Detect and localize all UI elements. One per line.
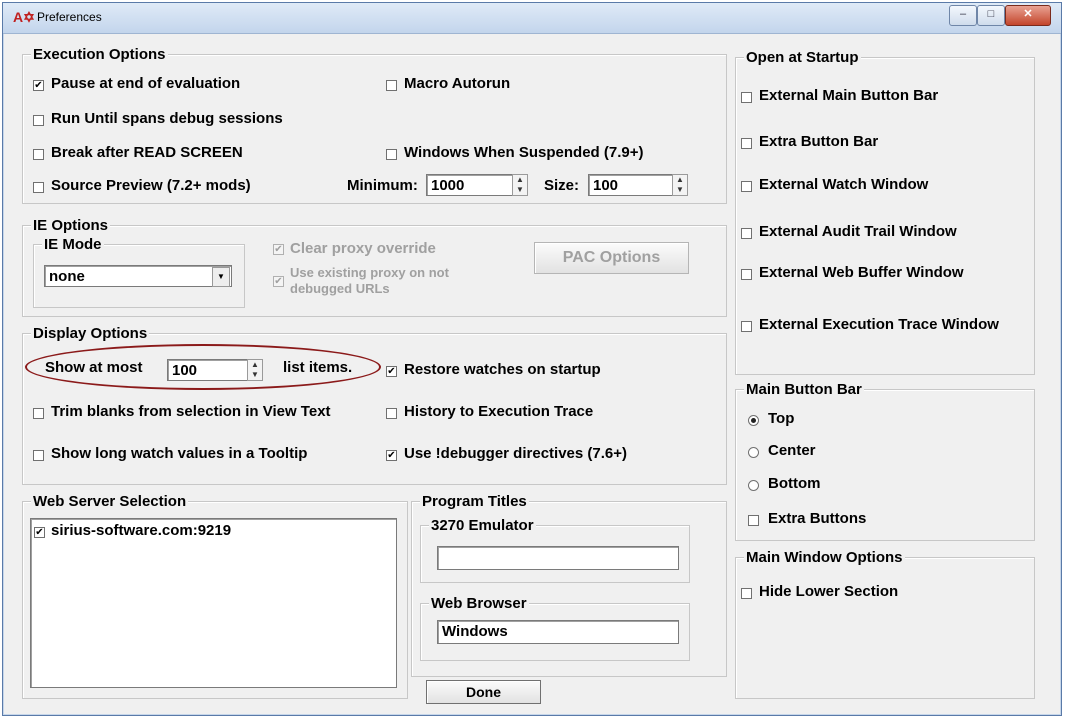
execution-options-legend: Execution Options [31,46,168,63]
minimize-icon: – [959,8,967,20]
extra-buttons-label: Extra Buttons [768,510,867,527]
position-bottom-label: Bottom [768,475,821,492]
ie-mode-select[interactable]: none ▼ [44,265,232,287]
main-window-options-legend: Main Window Options [744,549,905,566]
startup-execution-trace-label: External Execution Trace Window [759,316,999,333]
clear-proxy-label: Clear proxy override [290,240,436,257]
startup-main-bar-checkbox[interactable] [741,92,752,103]
use-proxy-checkbox[interactable]: ✔ [273,276,284,287]
title-bar[interactable]: A✡ Preferences – □ ✕ [3,3,1061,34]
web-server-group: Web Server Selection ✔ sirius-software.c… [22,493,408,699]
break-after-label: Break after READ SCREEN [51,144,243,161]
highlight-oval [25,344,381,390]
pac-options-button[interactable]: PAC Options [534,242,689,274]
position-center-label: Center [768,442,816,459]
windows-suspended-checkbox[interactable] [386,149,397,160]
debugger-directives-label: Use !debugger directives (7.6+) [404,445,627,462]
pause-label: Pause at end of evaluation [51,75,241,92]
web-browser-group: Web Browser Windows [420,595,690,661]
extra-buttons-checkbox[interactable] [748,515,759,526]
startup-extra-bar-checkbox[interactable] [741,138,752,149]
restore-watches-checkbox[interactable]: ✔ [386,366,397,377]
dialog-content: Execution Options ✔ Pause at end of eval… [11,35,1053,707]
app-icon: A✡ [13,9,35,25]
clear-proxy-checkbox[interactable]: ✔ [273,244,284,255]
history-trace-checkbox[interactable] [386,408,397,419]
web-server-legend: Web Server Selection [31,493,189,510]
web-server-item-checkbox[interactable]: ✔ [34,527,45,538]
minimize-button[interactable]: – [949,5,977,26]
web-browser-legend: Web Browser [429,595,529,612]
tooltip-checkbox[interactable] [33,450,44,461]
main-button-bar-legend: Main Button Bar [744,381,864,398]
position-top-radio[interactable] [748,415,759,426]
minimum-label: Minimum: [347,177,418,194]
web-server-list[interactable]: ✔ sirius-software.com:9219 [30,518,397,688]
startup-web-buffer-checkbox[interactable] [741,269,752,280]
break-after-checkbox[interactable] [33,149,44,160]
trim-blanks-label: Trim blanks from selection in View Text [51,403,331,420]
chevron-down-icon[interactable]: ▼ [212,267,230,287]
position-bottom-radio[interactable] [748,480,759,491]
main-window-options-group: Main Window Options Hide Lower Section [735,549,1035,699]
source-preview-label: Source Preview (7.2+ mods) [51,177,251,194]
use-proxy-label-1: Use existing proxy on not [290,265,449,280]
ie-mode-value: none [49,268,85,285]
preferences-window: A✡ Preferences – □ ✕ Execution Options ✔… [2,2,1062,716]
position-center-radio[interactable] [748,447,759,458]
startup-web-buffer-label: External Web Buffer Window [759,264,964,281]
debugger-directives-checkbox[interactable]: ✔ [386,450,397,461]
pause-checkbox[interactable]: ✔ [33,80,44,91]
close-button[interactable]: ✕ [1005,5,1051,26]
position-top-label: Top [768,410,795,427]
open-at-startup-legend: Open at Startup [744,49,861,66]
window-title: Preferences [37,10,102,24]
use-proxy-label-2: debugged URLs [290,281,390,296]
source-preview-checkbox[interactable] [33,182,44,193]
windows-suspended-label: Windows When Suspended (7.9+) [404,144,644,161]
history-trace-label: History to Execution Trace [404,403,594,420]
trim-blanks-checkbox[interactable] [33,408,44,419]
ie-options-group: IE Options IE Mode none ▼ ✔ Clear proxy … [22,217,727,317]
display-options-legend: Display Options [31,325,150,342]
ie-options-legend: IE Options [31,217,110,234]
execution-options-group: Execution Options ✔ Pause at end of eval… [22,46,727,204]
run-until-checkbox[interactable] [33,115,44,126]
done-button[interactable]: Done [426,680,541,704]
run-until-label: Run Until spans debug sessions [51,110,283,127]
startup-watch-window-checkbox[interactable] [741,181,752,192]
startup-audit-trail-checkbox[interactable] [741,228,752,239]
web-server-item-label[interactable]: sirius-software.com:9219 [51,522,231,539]
maximize-icon: □ [987,8,995,20]
startup-extra-bar-label: Extra Button Bar [759,133,879,150]
restore-watches-label: Restore watches on startup [404,361,601,378]
size-spinner[interactable]: ▲ ▼ [672,174,688,196]
startup-watch-window-label: External Watch Window [759,176,929,193]
size-label: Size: [544,177,580,194]
web-browser-title-input[interactable]: Windows [437,620,679,644]
macro-autorun-checkbox[interactable] [386,80,397,91]
program-titles-legend: Program Titles [420,493,529,510]
emulator-group: 3270 Emulator [420,517,690,583]
emulator-title-input[interactable] [437,546,679,570]
main-button-bar-group: Main Button Bar Top Center Bottom Extra … [735,381,1035,541]
maximize-button[interactable]: □ [977,5,1005,26]
startup-audit-trail-label: External Audit Trail Window [759,223,957,240]
open-at-startup-group: Open at Startup External Main Button Bar… [735,49,1035,375]
startup-execution-trace-checkbox[interactable] [741,321,752,332]
ie-mode-legend: IE Mode [42,236,104,253]
program-titles-group: Program Titles 3270 Emulator Web Browser… [411,493,727,677]
startup-main-bar-label: External Main Button Bar [759,87,939,104]
macro-autorun-label: Macro Autorun [404,75,511,92]
hide-lower-section-label: Hide Lower Section [759,583,899,600]
tooltip-label: Show long watch values in a Tooltip [51,445,308,462]
ie-mode-group: IE Mode none ▼ [33,236,245,308]
emulator-legend: 3270 Emulator [429,517,536,534]
close-icon: ✕ [1023,8,1033,20]
hide-lower-section-checkbox[interactable] [741,588,752,599]
minimum-spinner[interactable]: ▲ ▼ [512,174,528,196]
